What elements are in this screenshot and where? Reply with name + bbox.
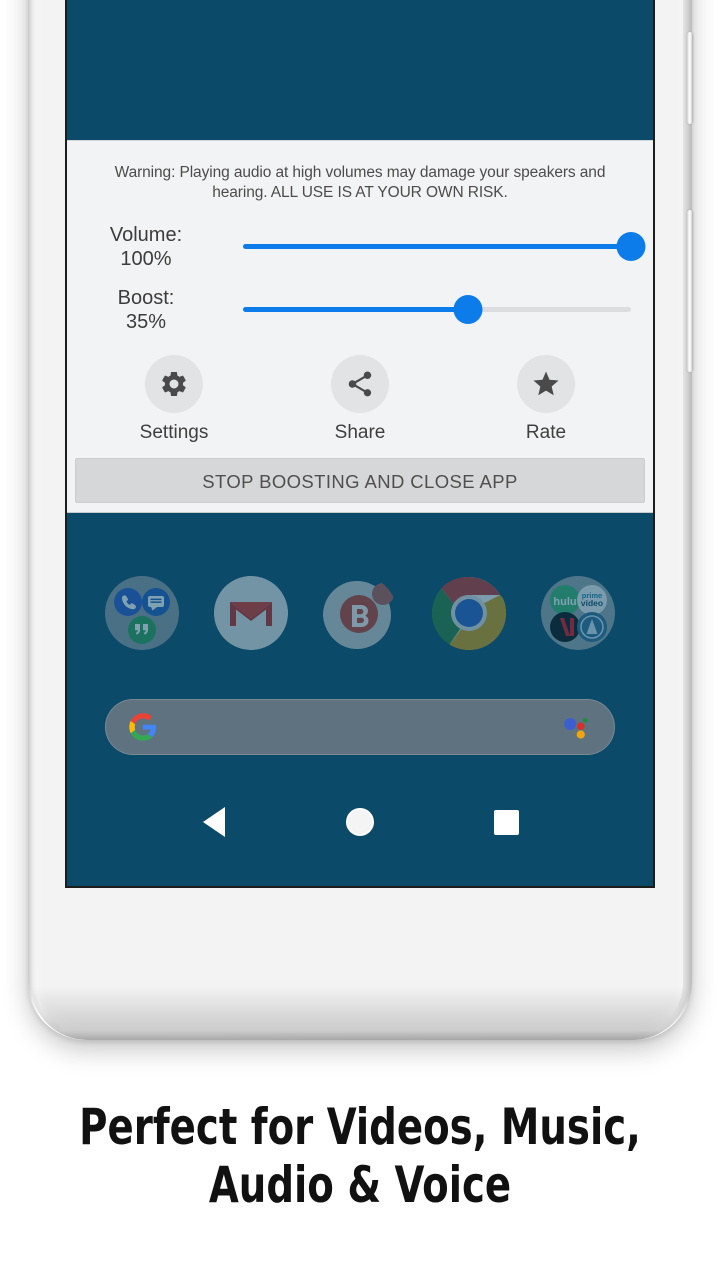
- volume-slider[interactable]: [243, 227, 646, 267]
- google-g-icon: [129, 713, 157, 741]
- volume-rocker-button[interactable]: [687, 210, 693, 372]
- share-button-label: Share: [334, 422, 386, 443]
- rate-button-label: Rate: [525, 422, 567, 443]
- rate-button-circle: [517, 355, 575, 413]
- boost-label: Boost: 35%: [67, 286, 243, 334]
- boost-slider-fill: [243, 307, 469, 312]
- promo-caption: Perfect for Videos, Music, Audio & Voice: [50, 1098, 669, 1214]
- stop-boosting-and-close-app-button[interactable]: STOP BOOSTING AND CLOSE APP: [75, 458, 645, 503]
- volume-label: Volume: 100%: [67, 223, 243, 271]
- android-navigation-bar: [67, 796, 653, 848]
- gear-icon: [162, 371, 186, 397]
- phone-messages-duo-folder-icon: [105, 576, 179, 650]
- streaming-apps-folder-icon: hulu prime video: [541, 576, 615, 650]
- triangle-back-icon: [203, 807, 225, 837]
- action-button-row: Settings Share Rate: [67, 355, 653, 450]
- share-button-circle: [331, 355, 389, 413]
- settings-button-circle: [145, 355, 203, 413]
- recents-button[interactable]: [489, 805, 523, 839]
- volume-label-text: Volume:: [109, 223, 183, 246]
- boost-slider[interactable]: [243, 290, 631, 330]
- share-button[interactable]: Share: [267, 355, 453, 444]
- square-recents-icon: [493, 809, 519, 835]
- google-assistant-icon: [564, 718, 588, 739]
- volume-slider-row: Volume: 100%: [67, 219, 653, 274]
- chrome-icon: [432, 576, 506, 650]
- power-button[interactable]: [687, 32, 693, 124]
- dock-row: hulu prime video: [67, 576, 653, 650]
- google-search-bar[interactable]: [105, 699, 615, 755]
- settings-button-label: Settings: [139, 422, 209, 443]
- volume-value-text: 100%: [120, 247, 172, 270]
- boost-label-text: Boost:: [117, 286, 175, 309]
- dock-icon-phone-messages-duo-folder[interactable]: [105, 576, 179, 650]
- svg-text:video: video: [581, 598, 603, 608]
- boost-slider-row: Boost: 35%: [67, 282, 653, 337]
- home-button[interactable]: [343, 805, 377, 839]
- volume-slider-fill: [243, 244, 631, 249]
- promo-caption-line-2: Audio & Voice: [208, 1156, 512, 1214]
- phone-device-frame: hulu prime video Warning: Playing audio …: [28, 0, 693, 1040]
- dock-icon-bose-connect[interactable]: [323, 576, 397, 650]
- android-homescreen: hulu prime video: [67, 516, 653, 886]
- dock-icon-chrome[interactable]: [432, 576, 506, 650]
- rate-button[interactable]: Rate: [453, 355, 639, 444]
- phone-screen: hulu prime video Warning: Playing audio …: [65, 0, 655, 888]
- settings-button[interactable]: Settings: [81, 355, 267, 444]
- promo-caption-line-1: Perfect for Videos, Music,: [79, 1098, 641, 1156]
- share-icon: [348, 371, 372, 397]
- boost-value-text: 35%: [125, 310, 167, 333]
- gmail-icon: [214, 576, 288, 650]
- star-icon: [533, 371, 559, 396]
- bose-connect-icon: [323, 581, 394, 649]
- volume-slider-thumb[interactable]: [616, 232, 646, 261]
- boost-slider-thumb[interactable]: [453, 295, 483, 324]
- dock-icon-gmail[interactable]: [214, 576, 288, 650]
- circle-home-icon: [346, 808, 374, 836]
- svg-text:hulu: hulu: [553, 596, 576, 608]
- dock-icon-streaming-apps-folder[interactable]: hulu prime video: [541, 576, 615, 650]
- warning-text: Warning: Playing audio at high volumes m…: [114, 164, 606, 201]
- volume-booster-panel: Warning: Playing audio at high volumes m…: [67, 140, 653, 513]
- back-button[interactable]: [197, 805, 231, 839]
